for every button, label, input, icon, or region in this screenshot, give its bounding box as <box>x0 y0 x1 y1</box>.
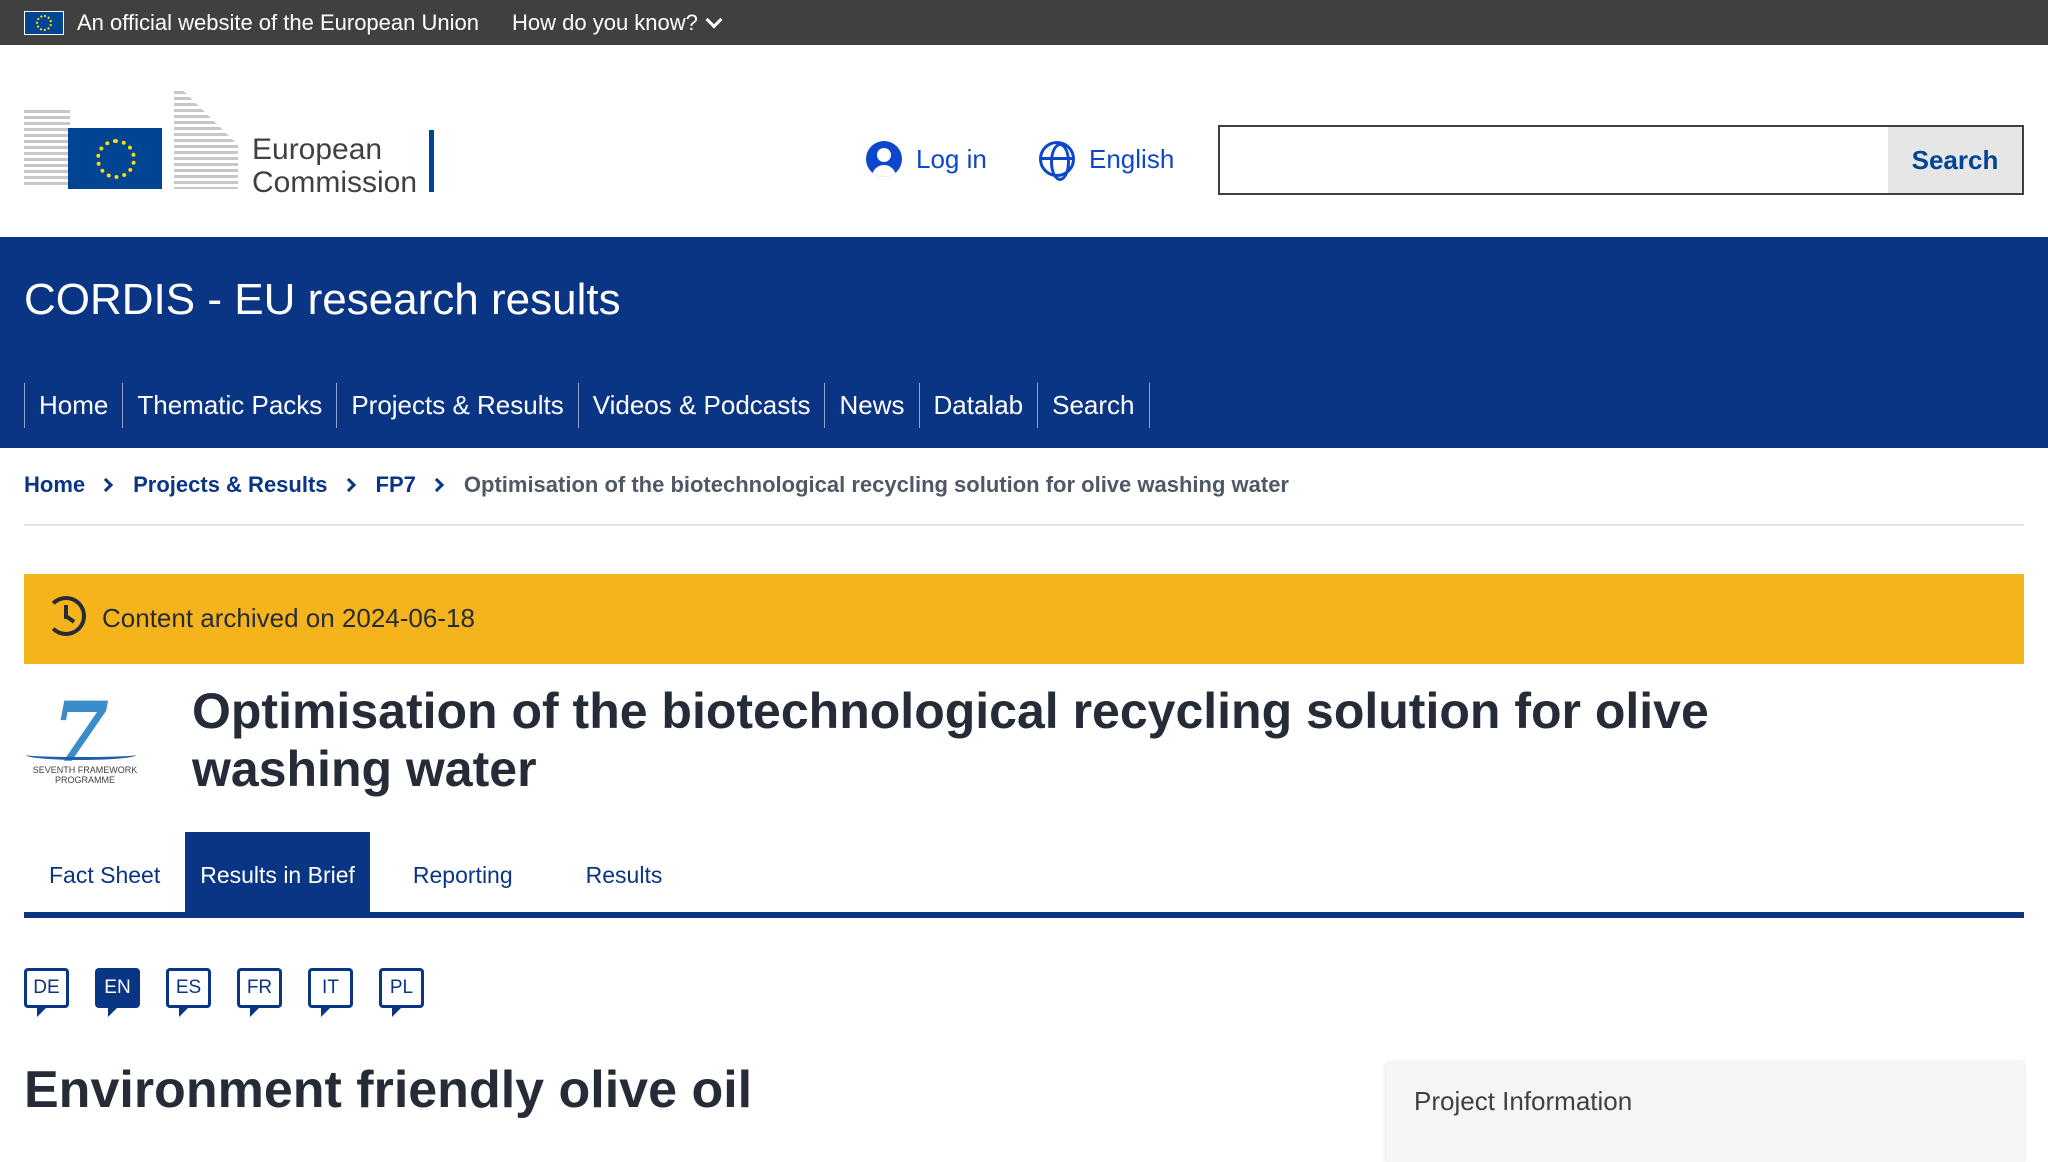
language-de-button[interactable]: DE <box>24 968 69 1017</box>
nav-item-projects-results[interactable]: Projects & Results <box>336 383 577 428</box>
official-website-text: An official website of the European Unio… <box>77 10 479 35</box>
login-link[interactable]: Log in <box>866 141 987 177</box>
language-es-button[interactable]: ES <box>166 968 211 1017</box>
search-button[interactable]: Search <box>1888 127 2022 193</box>
tab-results-in-brief[interactable]: Results in Brief <box>185 832 370 912</box>
page-title: Optimisation of the biotechnological rec… <box>192 683 1709 797</box>
how-do-you-know-toggle[interactable]: How do you know? <box>512 10 723 36</box>
chevron-down-icon <box>705 11 723 29</box>
language-fr-button[interactable]: FR <box>237 968 282 1017</box>
nav-item-thematic-packs[interactable]: Thematic Packs <box>122 383 336 428</box>
nav-item-search[interactable]: Search <box>1037 383 1150 428</box>
archived-notice-text: Content archived on 2024-06-18 <box>102 603 475 633</box>
logo-line-1: European <box>252 133 383 166</box>
logo-lines-right <box>174 91 238 189</box>
logo-text: European Commission <box>252 133 417 199</box>
language-selector[interactable]: English <box>1039 141 1175 181</box>
fp7-caption: SEVENTH FRAMEWORK PROGRAMME <box>32 765 138 785</box>
tab-fact-sheet[interactable]: Fact Sheet <box>24 832 185 912</box>
eu-flag-logo-icon <box>68 128 162 189</box>
nav-item-news[interactable]: News <box>824 383 918 428</box>
chevron-right-icon <box>99 477 114 493</box>
breadcrumb-fp7[interactable]: FP7 <box>376 472 416 498</box>
archived-notice: Content archived on 2024-06-18 <box>24 574 2024 664</box>
nav-item-home[interactable]: Home <box>24 383 122 428</box>
project-information-panel: Project Information <box>1386 1062 2024 1162</box>
site-banner: CORDIS - EU research results Home Themat… <box>0 237 2048 448</box>
history-icon <box>46 596 86 636</box>
globe-icon <box>1039 141 1075 181</box>
language-it-button[interactable]: IT <box>308 968 353 1017</box>
login-label: Log in <box>916 143 987 174</box>
language-versions: DE EN ES FR IT PL <box>24 968 424 1017</box>
search-input[interactable] <box>1220 127 1890 193</box>
logo-lines-left <box>24 110 70 185</box>
how-do-you-know-label: How do you know? <box>512 10 698 35</box>
user-icon <box>866 141 902 177</box>
site-header: European Commission Log in English Searc… <box>0 45 2048 237</box>
breadcrumb-projects-results[interactable]: Projects & Results <box>133 472 327 498</box>
breadcrumb: Home Projects & Results FP7 Optimisation… <box>24 472 1289 498</box>
project-information-heading: Project Information <box>1414 1086 1633 1116</box>
chevron-right-icon <box>341 477 356 493</box>
eu-flag-icon <box>24 11 64 35</box>
official-eu-bar: An official website of the European Unio… <box>0 0 2048 45</box>
logo-line-2: Commission <box>252 166 418 199</box>
fp7-seven-mark: 7 <box>52 685 110 781</box>
search-form: Search <box>1218 125 2024 195</box>
language-en-button[interactable]: EN <box>95 968 140 1017</box>
chevron-right-icon <box>429 477 444 493</box>
language-pl-button[interactable]: PL <box>379 968 424 1017</box>
project-tabs: Fact Sheet Results in Brief Reporting Re… <box>24 832 2024 918</box>
tab-results[interactable]: Results <box>561 832 688 912</box>
european-commission-logo[interactable]: European Commission <box>24 85 444 203</box>
site-title[interactable]: CORDIS - EU research results <box>24 275 621 325</box>
breadcrumb-current: Optimisation of the biotechnological rec… <box>463 472 1289 497</box>
nav-item-videos-podcasts[interactable]: Videos & Podcasts <box>577 383 825 428</box>
logo-bar <box>429 130 434 192</box>
main-navigation: Home Thematic Packs Projects & Results V… <box>24 383 1150 428</box>
article-title: Environment friendly olive oil <box>24 1061 753 1119</box>
tab-reporting[interactable]: Reporting <box>388 832 538 912</box>
fp7-wave <box>26 750 136 760</box>
language-label: English <box>1089 143 1175 174</box>
breadcrumb-divider <box>24 524 2024 526</box>
fp7-programme-logo: 7 SEVENTH FRAMEWORK PROGRAMME <box>24 690 146 786</box>
nav-item-datalab[interactable]: Datalab <box>918 383 1038 428</box>
breadcrumb-home[interactable]: Home <box>24 472 85 498</box>
